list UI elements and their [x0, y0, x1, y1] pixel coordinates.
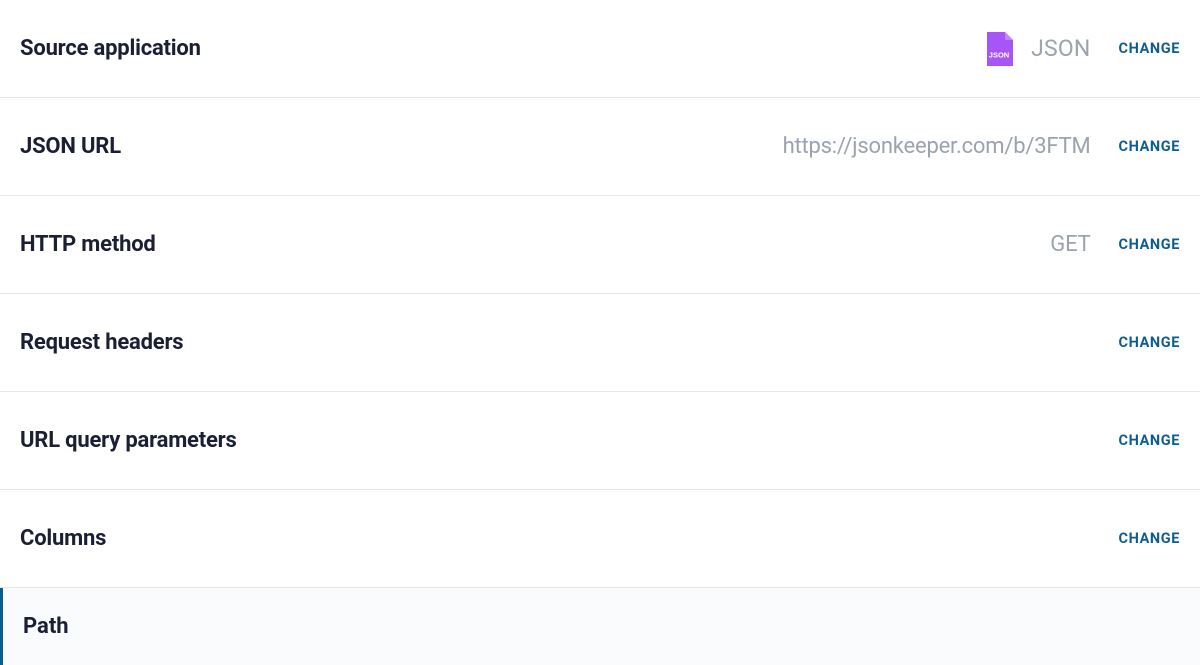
change-request-headers-button[interactable]: CHANGE: [1119, 334, 1180, 351]
change-source-application-button[interactable]: CHANGE: [1119, 40, 1180, 57]
request-headers-row: Request headers CHANGE: [0, 294, 1200, 392]
json-file-icon: JSON: [985, 32, 1013, 66]
source-application-value: JSON: [1031, 35, 1090, 62]
columns-label: Columns: [20, 526, 106, 551]
url-query-parameters-row: URL query parameters CHANGE: [0, 392, 1200, 490]
columns-row: Columns CHANGE: [0, 490, 1200, 588]
http-method-label: HTTP method: [20, 232, 156, 257]
columns-right: CHANGE: [1119, 530, 1180, 547]
change-json-url-button[interactable]: CHANGE: [1119, 138, 1180, 155]
json-url-label: JSON URL: [20, 134, 121, 159]
url-query-parameters-right: CHANGE: [1119, 432, 1180, 449]
request-headers-right: CHANGE: [1119, 334, 1180, 351]
source-application-label: Source application: [20, 36, 201, 61]
change-url-query-parameters-button[interactable]: CHANGE: [1119, 432, 1180, 449]
json-url-right: https://jsonkeeper.com/b/3FTM CHANGE: [783, 134, 1180, 159]
source-application-right: JSON JSON CHANGE: [985, 32, 1180, 66]
http-method-right: GET CHANGE: [1050, 232, 1180, 257]
path-row[interactable]: Path: [0, 588, 1200, 665]
path-label: Path: [23, 614, 69, 639]
change-http-method-button[interactable]: CHANGE: [1119, 236, 1180, 253]
json-url-row: JSON URL https://jsonkeeper.com/b/3FTM C…: [0, 98, 1200, 196]
json-url-value: https://jsonkeeper.com/b/3FTM: [783, 134, 1091, 159]
svg-text:JSON: JSON: [989, 50, 1009, 59]
http-method-row: HTTP method GET CHANGE: [0, 196, 1200, 294]
url-query-parameters-label: URL query parameters: [20, 428, 237, 453]
source-application-value-group: JSON JSON: [985, 32, 1090, 66]
change-columns-button[interactable]: CHANGE: [1119, 530, 1180, 547]
request-headers-label: Request headers: [20, 330, 183, 355]
source-application-row: Source application JSON JSON CHANGE: [0, 0, 1200, 98]
http-method-value: GET: [1050, 232, 1090, 257]
